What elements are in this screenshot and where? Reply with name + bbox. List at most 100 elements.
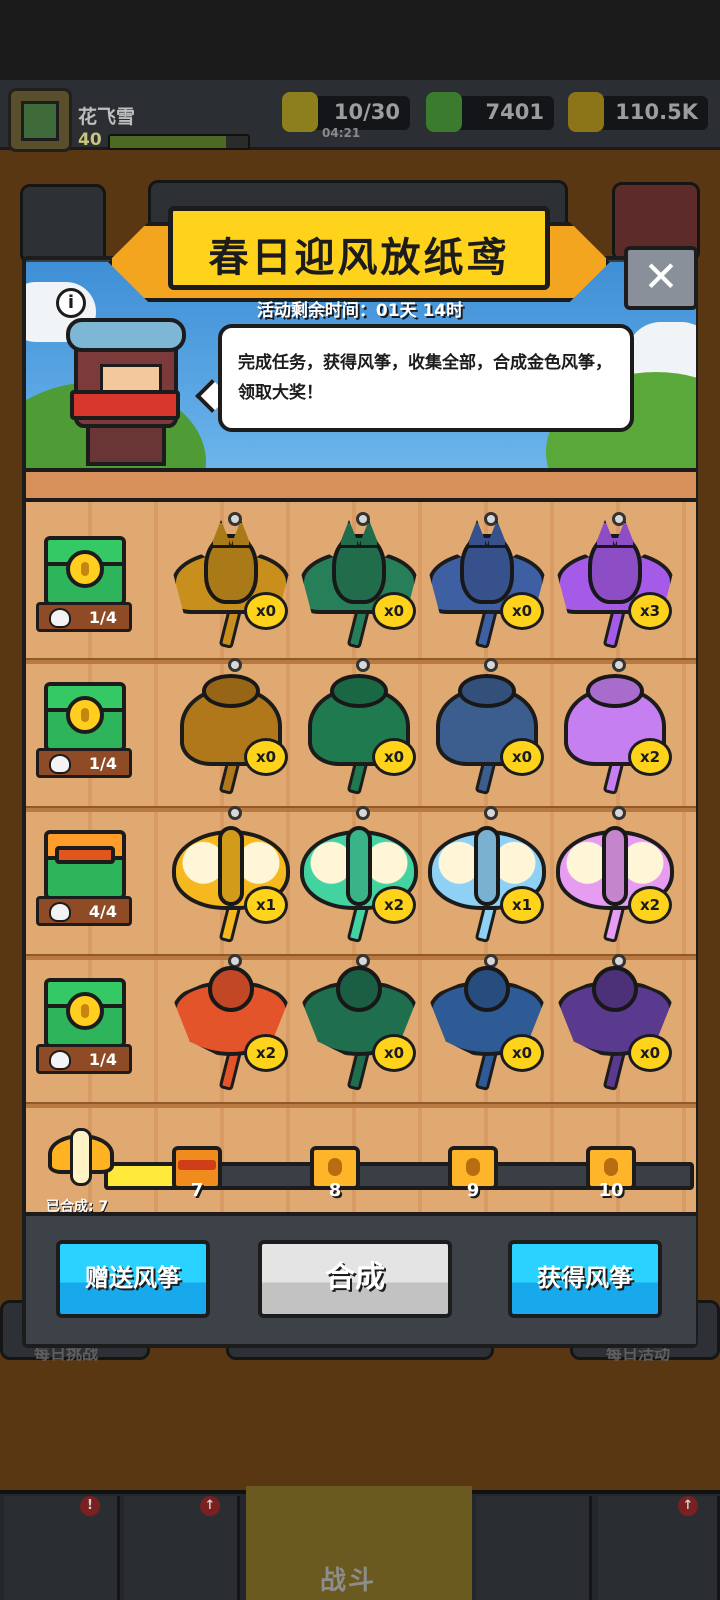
butterfly-kite[interactable]: x1 [172,804,290,944]
event-description: 完成任务，获得风筝，收集全部，合成金色风筝，领取大奖！ [218,324,634,432]
xp-bar-fill [110,136,226,148]
gold-coin-icon [568,92,604,132]
lightning-icon [282,92,318,132]
butterfly-kite[interactable]: x1 [428,804,546,944]
nav-items-badge: ↑ [678,1496,698,1516]
chest-progress-text: 4/4 [88,902,117,921]
butterfly-kite[interactable]: x2 [556,804,674,944]
kite-count-badge: x2 [372,886,416,924]
reward-chest[interactable] [44,830,126,900]
milestone-label: 7 [190,1180,204,1201]
kite-count-badge: x0 [244,738,288,776]
avatar[interactable] [8,88,72,152]
kite-body [460,534,514,604]
kite-body [332,534,386,604]
kite-body [586,674,644,708]
kite-count-badge: x1 [244,886,288,924]
chest-progress: 4/4 [36,896,132,926]
reward-chest[interactable] [44,536,126,606]
kite-body [464,966,510,1012]
kite-body [474,826,500,906]
chest-lock [66,550,104,588]
kite-string-ring [612,806,626,820]
kite-string-ring [356,806,370,820]
compose-button[interactable]: 合成 [258,1240,452,1318]
kite-body [336,966,382,1012]
ground-strip [26,468,696,502]
kite-count-badge: x2 [244,1034,288,1072]
menu-button[interactable] [20,184,106,264]
bat-kite[interactable]: x0 [428,510,546,650]
chest-lock [55,846,115,864]
obtain-kite-button[interactable]: 获得风筝 [508,1240,662,1318]
kite-count-badge: x3 [628,592,672,630]
golden-kite-icon[interactable] [48,1128,114,1188]
kite-mini-icon [49,754,71,774]
energy-counter[interactable]: 10/30 [282,92,410,132]
close-button[interactable]: ✕ [624,246,698,310]
kite-string-ring [484,806,498,820]
milestone-label: 8 [328,1180,342,1201]
xp-bar [108,134,250,150]
kite-body [592,966,638,1012]
kite-count-badge: x0 [500,592,544,630]
milestone-label: 9 [466,1180,480,1201]
player-name: 花飞雪 [78,106,136,128]
info-icon[interactable]: i [56,288,86,318]
nav-weapons[interactable] [124,1496,240,1600]
chest-progress: 1/4 [36,1044,132,1074]
row-divider [26,1102,696,1108]
ninja-character [66,318,186,466]
kite-count-badge: x0 [372,592,416,630]
reward-chest[interactable] [44,682,126,752]
bat-kite[interactable]: x3 [556,510,674,650]
bat-kite[interactable]: x0 [172,510,290,650]
bird-kite[interactable]: x0 [300,952,418,1092]
kite-body [458,674,516,708]
kite-body [346,826,372,906]
kite-body [208,966,254,1012]
bat-kite[interactable]: x0 [300,510,418,650]
gift-kite-button[interactable]: 赠送风筝 [56,1240,210,1318]
ninja-goggles [66,318,186,352]
kite-mini-icon [49,608,71,628]
kite-mini-icon [49,902,71,922]
kite-body [602,826,628,906]
kite-body [202,674,260,708]
bird-kite[interactable]: x0 [428,952,546,1092]
nav-shop[interactable] [4,1496,120,1600]
player-level: 40 [78,130,102,150]
kite-string-ring [612,658,626,672]
nav-battle-label: 战斗 [320,1566,377,1596]
kite-string-ring [228,806,242,820]
bird-kite[interactable]: x0 [556,952,674,1092]
beetle-kite[interactable]: x0 [428,656,546,796]
nav-items[interactable] [598,1496,720,1600]
chest-progress: 1/4 [36,602,132,632]
kite-count-badge: x0 [500,1034,544,1072]
avatar-face [21,101,59,141]
kite-count-badge: x2 [628,738,672,776]
beetle-kite[interactable]: x0 [172,656,290,796]
coins-counter[interactable]: 110.5K [568,92,708,132]
gems-counter[interactable]: 7401 [426,92,554,132]
ninja-body [86,422,166,466]
butterfly-kite[interactable]: x2 [300,804,418,944]
kite-count-badge: x0 [372,1034,416,1072]
kite-count-badge: x0 [500,738,544,776]
beetle-kite[interactable]: x2 [556,656,674,796]
coins-value: 110.5K [615,100,698,124]
lock-icon [178,1160,216,1170]
milestone-label: 10 [598,1180,624,1201]
nav-skills[interactable] [476,1496,592,1600]
kite-count-badge: x0 [628,1034,672,1072]
reward-chest[interactable] [44,978,126,1048]
kite-body [330,674,388,708]
kite-count-badge: x2 [628,886,672,924]
beetle-kite[interactable]: x0 [300,656,418,796]
green-gem-icon [426,92,462,132]
energy-value: 10/30 [333,100,400,124]
kite-mini-icon [49,1050,71,1070]
bird-kite[interactable]: x2 [172,952,290,1092]
golden-kite-body [70,1128,92,1186]
